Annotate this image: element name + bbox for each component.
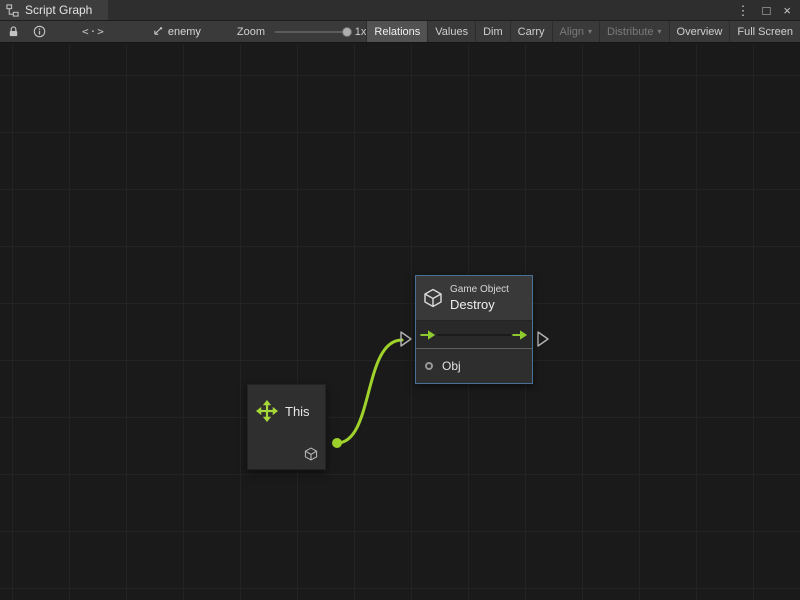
connections-overlay [0,44,800,600]
node-destroy[interactable]: Game Object Destroy [415,275,533,384]
tab-title: Script Graph [25,3,92,17]
flow-out-arrow-icon [512,329,528,341]
zoom-slider-track [275,31,349,33]
cube-icon [423,288,443,308]
script-graph-icon [6,4,19,17]
script-graph-window: Script Graph ⋮ □ × <·> [0,0,800,600]
window-menu-button[interactable]: ⋮ [737,4,750,17]
graph-toolbar: <·> enemy Zoom 1x Relations Values Dim C… [0,21,800,43]
flow-in-arrow-icon [420,329,436,341]
cube-icon [304,447,318,461]
node-this-title: This [285,404,310,419]
zoom-slider-knob[interactable] [342,27,352,37]
obj-input-port[interactable] [425,362,433,370]
move-arrows-icon [256,400,278,422]
distribute-button-label: Distribute [607,26,653,38]
titlebar-controls: ⋮ □ × [737,0,800,20]
node-destroy-category: Game Object [450,284,509,295]
dim-button[interactable]: Dim [475,21,510,42]
tab-script-graph[interactable]: Script Graph [0,0,108,20]
graph-canvas[interactable]: This Game Object Dest [0,44,800,600]
window-maximize-button[interactable]: □ [763,4,771,17]
node-destroy-header: Game Object Destroy [416,276,532,321]
this-output-port[interactable] [332,438,342,448]
caret-down-icon: ▾ [658,27,662,36]
relation-line [437,334,511,336]
connection-wire[interactable] [337,340,402,443]
lock-icon[interactable] [7,25,20,38]
node-destroy-obj-row: Obj [416,348,532,383]
zoom-label: Zoom [237,26,265,38]
fullscreen-button[interactable]: Full Screen [729,21,800,42]
graph-pointer-icon [151,26,163,38]
distribute-button[interactable]: Distribute ▾ [599,21,668,42]
node-destroy-flow-row [416,321,532,348]
window-close-button[interactable]: × [783,4,791,17]
overview-button[interactable]: Overview [669,21,730,42]
node-destroy-title: Destroy [450,297,509,312]
zoom-slider[interactable] [275,26,349,38]
zoom-value: 1x [355,26,367,38]
align-button[interactable]: Align ▾ [552,21,599,42]
caret-down-icon: ▾ [588,27,592,36]
obj-port-label: Obj [442,359,461,373]
titlebar: Script Graph ⋮ □ × [0,0,800,21]
carry-button[interactable]: Carry [510,21,552,42]
destroy-flow-input-port[interactable] [401,332,411,346]
info-icon[interactable] [33,25,46,38]
destroy-flow-output-port[interactable] [538,332,548,346]
node-this[interactable]: This [247,384,326,470]
graph-name: enemy [168,26,201,38]
graph-breadcrumb[interactable]: enemy [151,26,201,38]
code-icon[interactable]: <·> [82,25,105,38]
align-button-label: Align [560,26,584,38]
relations-button[interactable]: Relations [366,21,427,42]
values-button[interactable]: Values [427,21,475,42]
toolbar-buttons: Relations Values Dim Carry Align ▾ Distr… [366,21,800,42]
